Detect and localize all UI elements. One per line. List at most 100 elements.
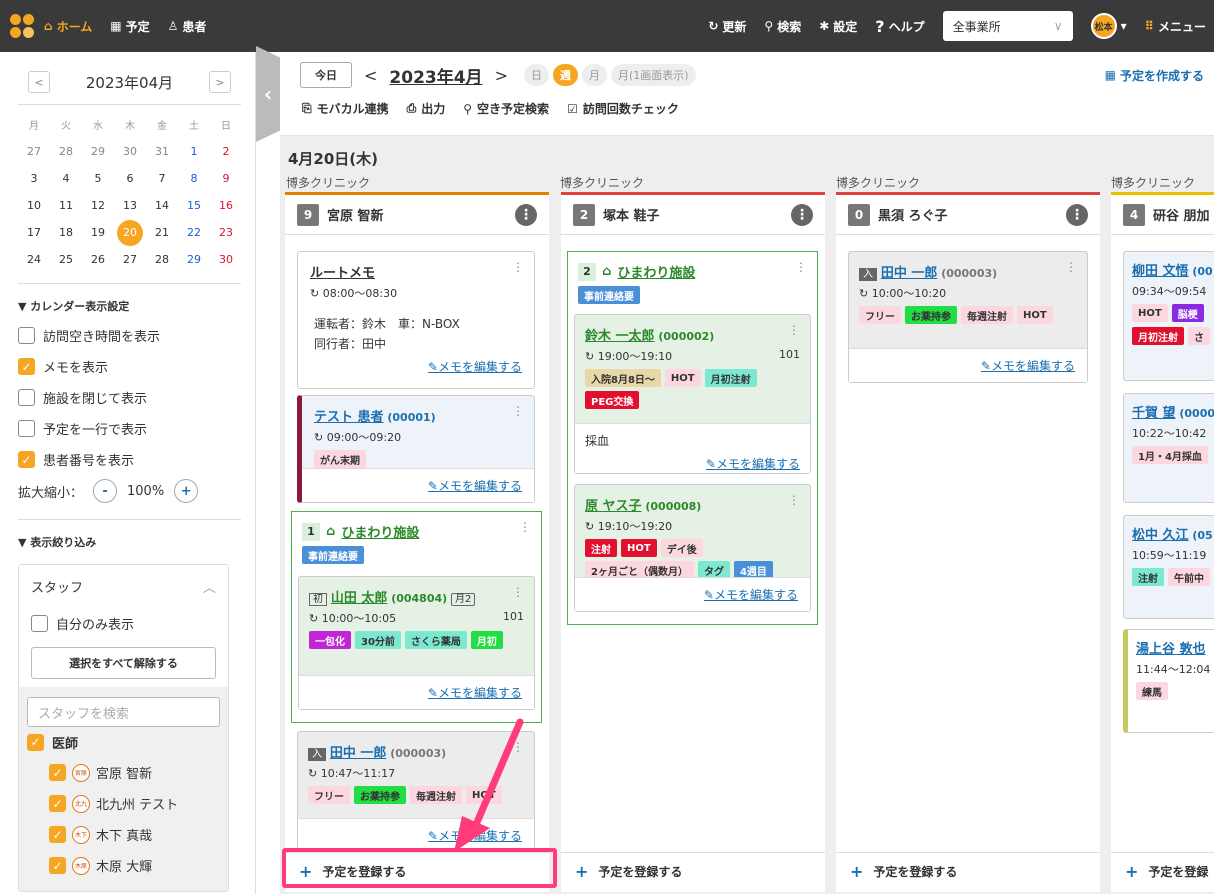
calendar-day[interactable]: 30 [210, 246, 242, 273]
edit-memo-link[interactable]: ✎メモを編集する [428, 477, 522, 494]
more-icon[interactable]: ⋮ [791, 203, 813, 226]
refresh-button[interactable]: ↻ 更新 [708, 18, 746, 35]
edit-memo-link[interactable]: ✎メモを編集する [310, 358, 522, 375]
view-month-single-button[interactable]: 月(1画面表示) [610, 64, 696, 86]
next-week-button[interactable]: > [495, 66, 508, 85]
calendar-day[interactable]: 11 [50, 192, 82, 219]
print-button[interactable]: ⎙ 出力 [407, 100, 446, 117]
prev-week-button[interactable]: < [364, 66, 377, 85]
nav-schedule[interactable]: ▦ 予定 [110, 18, 149, 35]
more-icon[interactable]: ⋮ [512, 260, 524, 274]
search-button[interactable]: ⚲ 検索 [764, 18, 801, 35]
checkbox[interactable] [18, 420, 35, 437]
add-schedule-button[interactable]: + 予定を登録する [836, 852, 1100, 890]
appointment-card[interactable]: ⋮ 原 ヤス子 (000008) ↻ 19:10〜19:20 注射 HOT デイ… [574, 484, 811, 612]
collapse-sidebar-button[interactable]: ‹ [256, 46, 280, 142]
filter-title[interactable]: ▼ 表示絞り込み [0, 534, 255, 550]
calendar-day[interactable]: 10 [18, 192, 50, 219]
appointment-card[interactable]: 柳田 文悟 (00 09:34〜09:54 HOT 脳梗 月初注射 さ [1123, 251, 1214, 381]
checkbox-checked[interactable]: ✓ [18, 451, 35, 468]
more-icon[interactable]: ⋮ [512, 585, 524, 599]
zoom-out-button[interactable]: - [93, 479, 118, 503]
nav-patients[interactable]: ♙ 患者 [168, 18, 207, 35]
calendar-day[interactable]: 26 [82, 246, 114, 273]
staff-filter-header[interactable]: スタッフ ︿ [19, 565, 228, 608]
calendar-day[interactable]: 6 [114, 165, 146, 192]
calendar-day[interactable]: 5 [82, 165, 114, 192]
calendar-day[interactable]: 27 [114, 246, 146, 273]
calendar-day[interactable]: 3 [18, 165, 50, 192]
staff-group-doctor[interactable]: ✓ 医師 [27, 727, 220, 757]
staff-item[interactable]: ✓ 宮原 宮原 智新 [27, 757, 220, 788]
create-schedule-button[interactable]: ▦ 予定を作成する [1105, 67, 1214, 84]
checkbox-checked[interactable]: ✓ [49, 764, 66, 781]
display-option[interactable]: 訪問空き時間を表示 [0, 320, 255, 351]
checkbox-checked[interactable]: ✓ [27, 733, 44, 751]
calendar-day[interactable]: 20 [114, 219, 146, 246]
edit-memo-link[interactable]: ✎メモを編集する [585, 455, 800, 472]
calendar-day[interactable]: 22 [178, 219, 210, 246]
appointment-card[interactable]: ⋮ 鈴木 一太郎 (000002) ↻ 19:00〜19:10 101 入院8月8… [574, 314, 811, 474]
settings-button[interactable]: ✱ 設定 [819, 18, 857, 35]
calendar-day[interactable]: 2 [210, 138, 242, 165]
free-slot-search-button[interactable]: ⚲ 空き予定検索 [463, 100, 549, 117]
more-icon[interactable]: ⋮ [795, 260, 807, 274]
calendar-day[interactable]: 15 [178, 192, 210, 219]
checkbox[interactable] [18, 389, 35, 406]
view-day-button[interactable]: 日 [523, 64, 549, 86]
calendar-day[interactable]: 9 [210, 165, 242, 192]
calendar-day[interactable]: 17 [18, 219, 50, 246]
app-logo-icon[interactable] [10, 14, 34, 38]
facility-name[interactable]: ひまわり施設 [341, 522, 419, 541]
display-option[interactable]: 施設を閉じて表示 [0, 382, 255, 413]
calendar-day[interactable]: 1 [178, 138, 210, 165]
calendar-day[interactable]: 4 [50, 165, 82, 192]
checkbox-checked[interactable]: ✓ [49, 857, 66, 874]
user-menu[interactable]: 松本 ▾ [1090, 13, 1127, 39]
calendar-day[interactable]: 27 [18, 138, 50, 165]
staff-item[interactable]: ✓ 木原 木原 大輝 [27, 850, 220, 881]
calendar-day[interactable]: 28 [50, 138, 82, 165]
more-icon[interactable]: ⋮ [788, 493, 800, 507]
appointment-card[interactable]: 松中 久江 (05 10:59〜11:19 注射 午前中 [1123, 515, 1214, 619]
checkbox-checked[interactable]: ✓ [49, 826, 66, 843]
display-settings-title[interactable]: ▼ カレンダー表示設定 [0, 298, 255, 314]
menu-button[interactable]: ⠿ メニュー [1145, 18, 1206, 35]
calendar-day[interactable]: 31 [146, 138, 178, 165]
display-option[interactable]: 予定を一行で表示 [0, 413, 255, 444]
appointment-card[interactable]: ⋮ 入 田中 一郎 (000003) ↻ 10:00〜10:20 フリー お薬持… [848, 251, 1088, 383]
visit-count-check-button[interactable]: ☑ 訪問回数チェック [567, 100, 679, 117]
more-icon[interactable]: ⋮ [519, 520, 531, 534]
calendar-day[interactable]: 19 [82, 219, 114, 246]
calendar-day[interactable]: 8 [178, 165, 210, 192]
mobacal-link-button[interactable]: ⎘ モバカル連携 [302, 100, 389, 117]
prev-month-button[interactable]: < [28, 71, 50, 93]
calendar-day[interactable]: 21 [146, 219, 178, 246]
calendar-day[interactable]: 23 [210, 219, 242, 246]
appointment-card[interactable]: ⋮ 初 山田 太郎 (004804) 月2 ↻ 10:00〜10:05 101 一… [298, 576, 535, 710]
add-schedule-button[interactable]: + 予定を登録する [561, 852, 825, 890]
more-icon[interactable]: ⋮ [1065, 260, 1077, 274]
view-week-button[interactable]: 週 [552, 64, 578, 86]
staff-search-input[interactable]: スタッフを検索 [27, 697, 220, 727]
next-month-button[interactable]: > [208, 71, 231, 93]
checkbox-checked[interactable]: ✓ [49, 795, 66, 812]
help-button[interactable]: ? ヘルプ [875, 17, 924, 36]
today-button[interactable]: 今日 [300, 62, 352, 88]
more-icon[interactable]: ⋮ [512, 404, 524, 418]
edit-memo-link[interactable]: ✎メモを編集する [704, 586, 798, 603]
edit-memo-link[interactable]: ✎メモを編集する [428, 684, 522, 701]
self-only-option[interactable]: 自分のみ表示 [31, 608, 216, 639]
calendar-day[interactable]: 18 [50, 219, 82, 246]
calendar-day[interactable]: 13 [114, 192, 146, 219]
calendar-day[interactable]: 29 [82, 138, 114, 165]
appointment-card[interactable]: 湯上谷 敦也 11:44〜12:04 練馬 [1123, 629, 1214, 733]
calendar-day[interactable]: 29 [178, 246, 210, 273]
calendar-day[interactable]: 14 [146, 192, 178, 219]
deselect-all-button[interactable]: 選択をすべて解除する [31, 647, 216, 679]
office-select[interactable]: 全事業所 ∨ [942, 11, 1073, 41]
display-option[interactable]: ✓ 患者番号を表示 [0, 444, 255, 475]
calendar-day[interactable]: 24 [18, 246, 50, 273]
checkbox-checked[interactable]: ✓ [18, 358, 35, 375]
view-month-button[interactable]: 月 [581, 64, 607, 86]
